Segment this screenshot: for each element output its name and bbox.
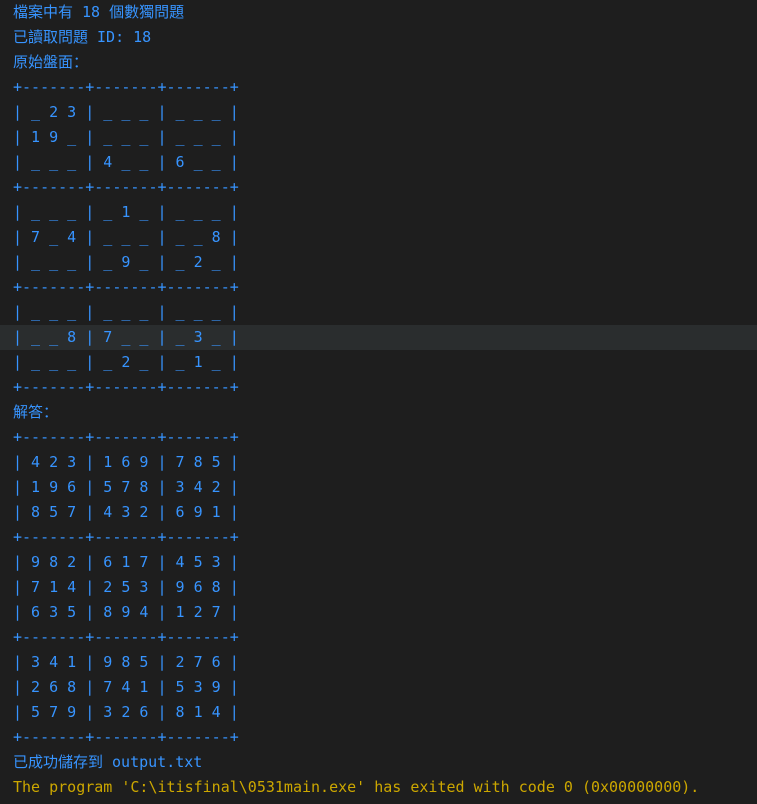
output-line: | 1 9 6 | 5 7 8 | 3 4 2 | xyxy=(13,478,239,496)
output-line: +-------+-------+-------+ xyxy=(13,428,239,446)
output-line: | _ _ _ | _ 9 _ | _ 2 _ | xyxy=(13,253,239,271)
program-exit-line: The program 'C:\itisfinal\0531main.exe' … xyxy=(13,778,700,796)
output-line: 已成功儲存到 output.txt xyxy=(13,753,203,771)
output-line: +-------+-------+-------+ xyxy=(13,378,239,396)
output-line: 檔案中有 18 個數獨問題 xyxy=(13,3,185,21)
output-line: | 5 7 9 | 3 2 6 | 8 1 4 | xyxy=(13,703,239,721)
output-line: | _ _ _ | 4 _ _ | 6 _ _ | xyxy=(13,153,239,171)
terminal-output[interactable]: 檔案中有 18 個數獨問題 已讀取問題 ID: 18 原始盤面： +-------+-… xyxy=(0,0,757,804)
output-line: 解答： xyxy=(13,403,59,421)
output-line: +-------+-------+-------+ xyxy=(13,728,239,746)
output-line: | 4 2 3 | 1 6 9 | 7 8 5 | xyxy=(13,453,239,471)
output-line: +-------+-------+-------+ xyxy=(13,528,239,546)
output-line: +-------+-------+-------+ xyxy=(13,278,239,296)
output-line: | _ _ _ | _ _ _ | _ _ _ | xyxy=(13,303,239,321)
output-line: 已讀取問題 ID: 18 xyxy=(13,28,152,46)
output-line: | 2 6 8 | 7 4 1 | 5 3 9 | xyxy=(13,678,239,696)
output-line: +-------+-------+-------+ xyxy=(13,628,239,646)
output-line: | 3 4 1 | 9 8 5 | 2 7 6 | xyxy=(13,653,239,671)
output-line: +-------+-------+-------+ xyxy=(13,78,239,96)
output-line: | 7 _ 4 | _ _ _ | _ _ 8 | xyxy=(13,228,239,246)
output-line: | 7 1 4 | 2 5 3 | 9 6 8 | xyxy=(13,578,239,596)
output-line: +-------+-------+-------+ xyxy=(13,178,239,196)
output-line: | 6 3 5 | 8 9 4 | 1 2 7 | xyxy=(13,603,239,621)
output-line: | _ _ 8 | 7 _ _ | _ 3 _ | xyxy=(0,325,757,350)
output-line: 原始盤面： xyxy=(13,53,89,71)
output-line: | 9 8 2 | 6 1 7 | 4 5 3 | xyxy=(13,553,239,571)
output-line: | _ _ _ | _ 1 _ | _ _ _ | xyxy=(13,203,239,221)
output-line: | _ _ _ | _ 2 _ | _ 1 _ | xyxy=(13,353,239,371)
output-line: | 1 9 _ | _ _ _ | _ _ _ | xyxy=(13,128,239,146)
output-line: | 8 5 7 | 4 3 2 | 6 9 1 | xyxy=(13,503,239,521)
output-line: | _ 2 3 | _ _ _ | _ _ _ | xyxy=(13,103,239,121)
